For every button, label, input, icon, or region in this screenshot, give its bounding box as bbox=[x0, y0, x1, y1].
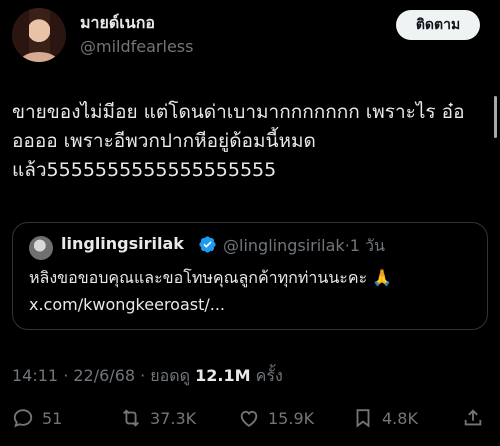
quoted-tweet-card[interactable]: linglingsirilak @linglingsirilak·1 วัน ห… bbox=[12, 222, 488, 330]
quoted-author-name[interactable]: linglingsirilak bbox=[61, 234, 184, 253]
reply-icon bbox=[13, 409, 33, 428]
reply-count: 51 bbox=[42, 408, 63, 428]
author-avatar[interactable] bbox=[12, 8, 66, 62]
repost-button[interactable]: 37.3K bbox=[120, 406, 196, 430]
repost-icon bbox=[123, 409, 139, 427]
views-count: 12.1M bbox=[195, 366, 251, 385]
views-suffix: ครั้ง bbox=[250, 366, 283, 385]
tweet-meta: 14:11 · 22/6/68 · ยอดดู 12.1M ครั้ง bbox=[12, 364, 283, 389]
like-button[interactable]: 15.9K bbox=[238, 406, 314, 430]
share-icon bbox=[464, 409, 482, 426]
author-display-name[interactable]: มายด์เนกอ bbox=[80, 11, 155, 36]
bookmark-count: 4.8K bbox=[382, 408, 418, 428]
verified-badge-icon bbox=[199, 236, 216, 253]
avatar-hair-right bbox=[50, 8, 66, 62]
scrollbar[interactable] bbox=[494, 96, 497, 138]
share-button[interactable] bbox=[462, 406, 492, 430]
repost-count: 37.3K bbox=[150, 408, 197, 428]
quoted-tweet-text: หลิงขอขอบคุณและขอโทษคุณลูกค้าทุกท่านนะคะ… bbox=[29, 268, 393, 287]
tweet-text: ขายของไม่มีอย แต่โดนด่าเบามากกกกกกก เพรา… bbox=[12, 101, 465, 181]
bookmark-icon bbox=[356, 409, 370, 428]
heart-icon bbox=[240, 410, 258, 427]
quoted-author-handle-time[interactable]: @linglingsirilak·1 วัน bbox=[223, 234, 385, 259]
reply-button[interactable]: 51 bbox=[12, 406, 62, 430]
quoted-author-avatar[interactable] bbox=[29, 236, 53, 260]
bookmark-button[interactable]: 4.8K bbox=[352, 406, 418, 430]
quoted-tweet-link[interactable]: x.com/kwongkeeroast/... bbox=[29, 293, 225, 317]
like-count: 15.9K bbox=[268, 408, 315, 428]
follow-button[interactable]: ติดตาม bbox=[396, 10, 480, 40]
tweet-time-date[interactable]: 14:11 · 22/6/68 · ยอดดู bbox=[12, 366, 195, 385]
author-handle[interactable]: @mildfearless bbox=[80, 37, 193, 56]
